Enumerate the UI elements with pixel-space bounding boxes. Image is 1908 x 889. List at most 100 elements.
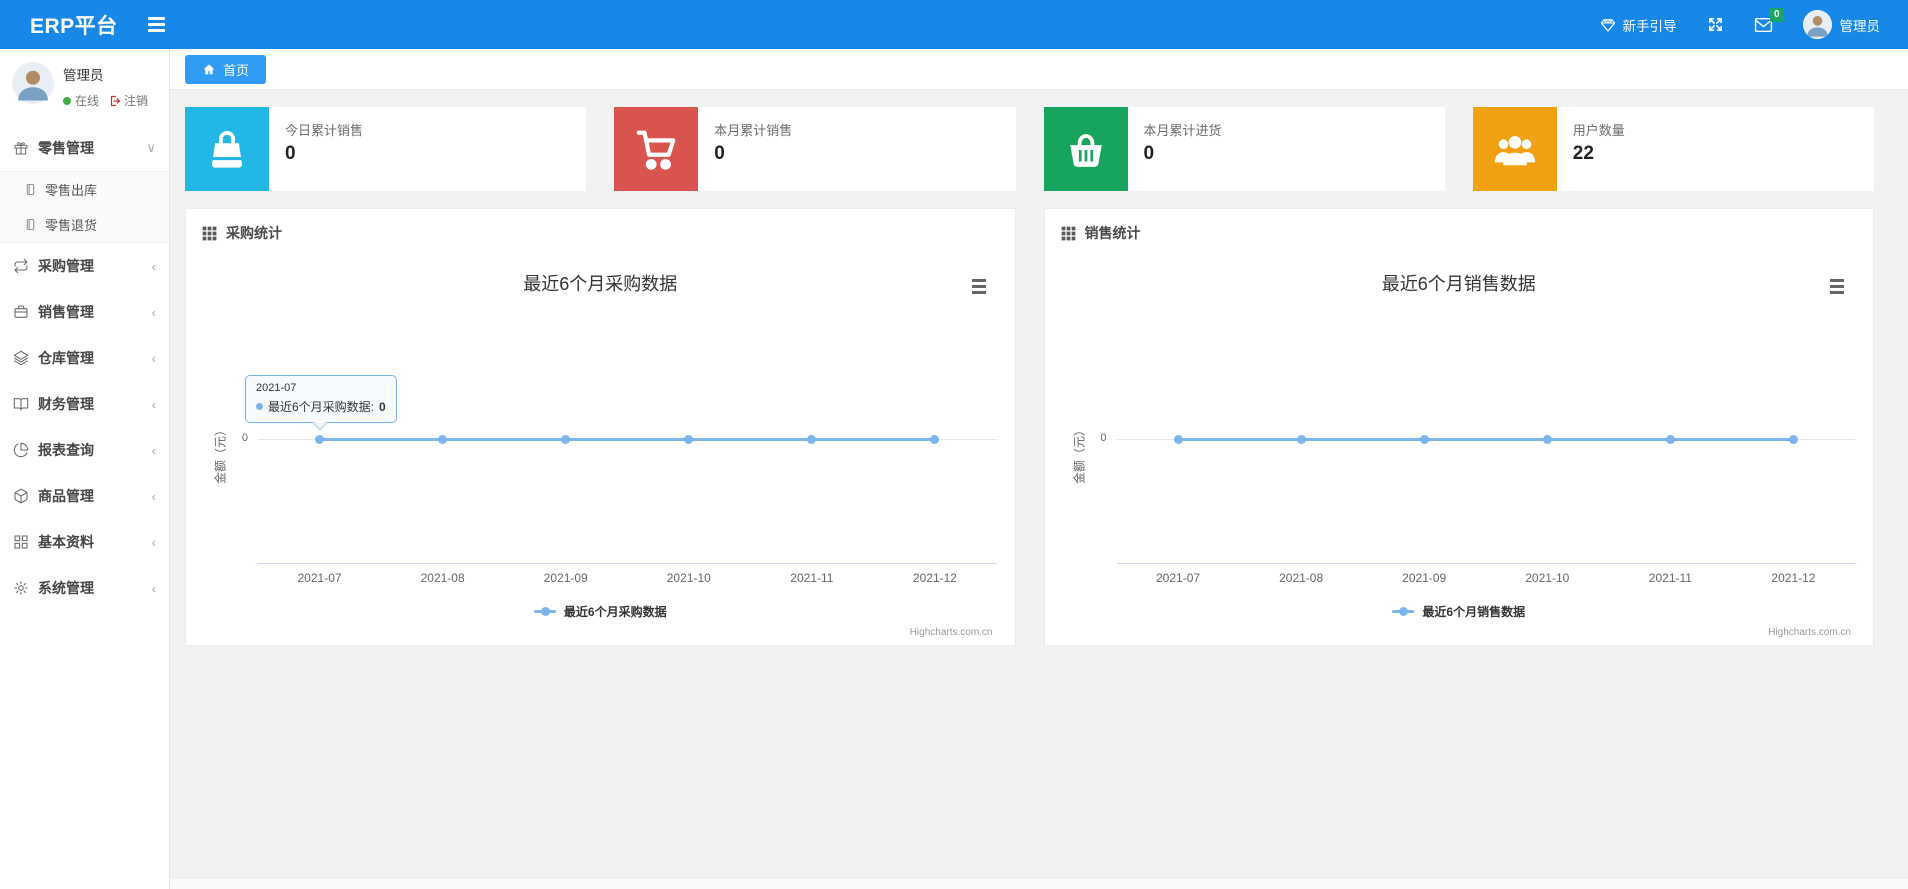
data-point-marker[interactable] — [807, 434, 817, 444]
sales-chart: 最近6个月销售数据 金额（元） 0 2021-07 2021-08 2021-09 2… — [1045, 257, 1874, 645]
sidebar-item-retail-outbound[interactable]: 零售出库 — [0, 172, 169, 207]
briefcase-icon — [13, 304, 38, 320]
data-point-marker[interactable] — [930, 434, 940, 444]
x-tick-label: 2021-10 — [1525, 571, 1570, 585]
user-menu[interactable]: 管理员 — [1802, 10, 1881, 39]
avatar — [12, 62, 54, 109]
tooltip-series-label: 最近6个月采购数据: — [268, 400, 375, 414]
online-status-label: 在线 — [75, 94, 100, 108]
x-tick-label: 2021-12 — [1771, 571, 1816, 585]
sidebar-item-reports[interactable]: 报表查询 ‹ — [0, 427, 169, 473]
data-point-marker[interactable] — [1542, 434, 1552, 444]
highcharts-credit[interactable]: Highcharts.com.cn — [1768, 627, 1851, 638]
sidebar-item-basic-data[interactable]: 基本资料 ‹ — [0, 519, 169, 565]
grid-icon — [13, 534, 38, 550]
x-tick-label: 2021-09 — [1402, 571, 1447, 585]
x-tick-label: 2021-11 — [1648, 571, 1692, 585]
fullscreen-icon — [1707, 16, 1724, 33]
gift-icon — [13, 140, 38, 156]
stat-card-value: 0 — [285, 143, 296, 164]
sidebar-item-retail-return[interactable]: 零售退货 — [0, 207, 169, 242]
repeat-icon — [13, 258, 38, 274]
chevron-left-icon: ‹ — [151, 534, 156, 550]
home-icon — [202, 63, 216, 76]
legend-label: 最近6个月采购数据 — [563, 605, 667, 619]
logout-link[interactable]: 注销 — [109, 92, 148, 109]
data-point-marker[interactable] — [1665, 434, 1675, 444]
sidebar-item-system[interactable]: 系统管理 ‹ — [0, 565, 169, 611]
chevron-left-icon: ‹ — [151, 258, 156, 274]
message-count-badge: 0 — [1769, 7, 1784, 22]
gear-icon — [13, 580, 38, 596]
chevron-left-icon: ‹ — [151, 304, 156, 320]
open-book-icon — [13, 396, 38, 412]
panel-title: 采购统计 — [226, 225, 282, 241]
data-point-marker[interactable] — [1296, 434, 1306, 444]
shopping-cart-icon — [614, 107, 699, 191]
stat-card-label: 本月累计销售 — [714, 123, 793, 138]
tooltip-series-dot — [256, 403, 263, 410]
data-point-marker[interactable] — [684, 434, 694, 444]
data-point-marker[interactable] — [561, 434, 571, 444]
series-line — [1178, 438, 1794, 441]
tooltip-category: 2021-07 — [256, 382, 297, 394]
tooltip-value: 0 — [379, 399, 386, 414]
sidebar-user-panel: 管理员 在线 注销 — [0, 49, 169, 121]
box-icon — [13, 488, 38, 504]
avatar — [1802, 10, 1832, 39]
sidebar-item-purchase[interactable]: 采购管理 ‹ — [0, 243, 169, 289]
guide-link[interactable]: 新手引导 — [1600, 15, 1677, 35]
fullscreen-button[interactable] — [1707, 16, 1724, 33]
sidebar-item-finance[interactable]: 财务管理 ‹ — [0, 381, 169, 427]
x-axis-labels: 2021-07 2021-08 2021-09 2021-10 2021-11 2021-… — [1117, 571, 1856, 587]
data-point-marker[interactable] — [1419, 434, 1429, 444]
chevron-left-icon: ‹ — [151, 580, 156, 596]
highcharts-credit[interactable]: Highcharts.com.cn — [910, 627, 993, 638]
chart-tooltip: 2021-07 最近6个月采购数据: 0 — [245, 375, 397, 430]
messages-button[interactable]: 0 — [1754, 7, 1784, 33]
app-logo[interactable]: ERP平台 — [0, 10, 118, 40]
x-tick-label: 2021-07 — [1156, 571, 1201, 585]
data-point-marker[interactable] — [1173, 434, 1183, 444]
legend-item[interactable]: 最近6个月销售数据 — [1045, 603, 1874, 620]
shopping-bag-icon — [185, 107, 269, 191]
layers-icon — [13, 350, 38, 366]
stat-card-today-sales: 今日累计销售 0 — [185, 107, 587, 191]
plot-area — [258, 257, 997, 597]
sidebar-toggle-button[interactable] — [147, 17, 165, 32]
y-tick-label: 0 — [241, 432, 248, 444]
stat-card-month-purchase: 本月累计进货 0 — [1043, 107, 1445, 191]
pie-chart-icon — [13, 442, 38, 458]
x-tick-label: 2021-09 — [543, 571, 588, 585]
series-line — [319, 438, 935, 441]
x-tick-label: 2021-07 — [297, 571, 342, 585]
th-grid-icon — [202, 226, 217, 241]
sidebar-item-sales[interactable]: 销售管理 ‹ — [0, 289, 169, 335]
retail-submenu: 零售出库 零售退货 — [0, 171, 169, 243]
plot-area — [1116, 257, 1855, 597]
data-point-marker[interactable] — [1788, 434, 1798, 444]
stat-card-label: 今日累计销售 — [285, 123, 364, 138]
x-tick-label: 2021-08 — [1279, 571, 1324, 585]
stat-card-value: 22 — [1572, 143, 1594, 164]
x-tick-label: 2021-10 — [666, 571, 711, 585]
sidebar-item-retail[interactable]: 零售管理 ∨ — [0, 125, 169, 171]
legend-item[interactable]: 最近6个月采购数据 — [186, 603, 1015, 620]
tab-home[interactable]: 首页 — [185, 55, 267, 84]
sidebar-item-warehouse[interactable]: 仓库管理 ‹ — [0, 335, 169, 381]
sidebar-item-products[interactable]: 商品管理 ‹ — [0, 473, 169, 519]
stat-card-user-count: 用户数量 22 — [1472, 107, 1874, 191]
legend-marker-icon — [1392, 607, 1415, 616]
user-name: 管理员 — [1839, 18, 1881, 34]
chevron-down-icon: ∨ — [146, 140, 156, 155]
data-point-marker[interactable] — [438, 434, 448, 444]
stat-card-label: 用户数量 — [1572, 123, 1625, 138]
data-point-marker[interactable] — [315, 434, 325, 444]
x-tick-label: 2021-08 — [420, 571, 465, 585]
main-content: 今日累计销售 0 本月累计销售 0 本月累计进货 0 用户数量 22 采购统计 … — [170, 90, 1908, 877]
chart-panels-row: 采购统计 最近6个月采购数据 金额（元） 0 2021-07 2021-08 202… — [185, 208, 1874, 646]
users-icon — [1472, 107, 1557, 191]
book-icon — [24, 218, 45, 231]
chevron-left-icon: ‹ — [151, 442, 156, 458]
top-navbar: ERP平台 新手引导 0 管理员 — [0, 0, 1908, 49]
